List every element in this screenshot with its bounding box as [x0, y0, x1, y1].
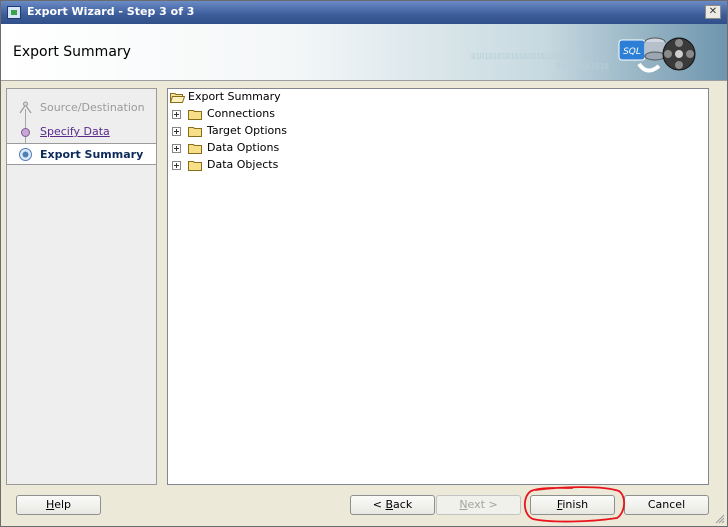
close-icon: ✕ — [708, 6, 718, 17]
finish-highlight-annotation — [523, 486, 625, 523]
tree-node-label: Data Objects — [207, 158, 279, 171]
next-button[interactable]: Next > — [436, 495, 521, 515]
folder-icon — [188, 144, 202, 154]
next-label-rest: ext > — [467, 498, 498, 511]
cancel-button[interactable]: Cancel — [624, 495, 709, 515]
sql-graphic-label: SQL — [623, 47, 641, 57]
step-source-destination: Source/Destination — [7, 97, 156, 119]
step-specify-data[interactable]: Specify Data — [7, 121, 156, 143]
close-button[interactable]: ✕ — [705, 5, 721, 19]
step-label-source-destination: Source/Destination — [40, 101, 145, 114]
tree-node-label: Target Options — [207, 124, 287, 137]
title-bar[interactable]: Export Wizard - Step 3 of 3 ✕ — [1, 1, 727, 24]
binary-decoration: 0101010101010101010101010 — [471, 52, 579, 61]
step-current-icon — [19, 148, 32, 161]
back-mnemonic: B — [385, 498, 394, 511]
page-title: Export Summary — [13, 44, 131, 60]
app-icon — [7, 6, 21, 19]
resize-grip-icon[interactable] — [715, 514, 725, 524]
back-button[interactable]: < Back — [350, 495, 435, 515]
folder-icon — [188, 161, 202, 171]
step-visited-icon — [21, 128, 30, 137]
tree-root-label: Export Summary — [188, 90, 281, 103]
step-export-summary[interactable]: Export Summary — [7, 143, 156, 165]
step-label-export-summary: Export Summary — [40, 148, 144, 161]
help-button[interactable]: Help — [16, 495, 101, 515]
back-prefix: < — [372, 498, 386, 511]
wizard-steps-panel: Source/Destination Specify Data Export S… — [6, 88, 157, 485]
binary-decoration-2: 01010101010 — [556, 62, 609, 71]
summary-tree: Export Summary Connections Target Option… — [167, 88, 709, 485]
help-label-rest: elp — [54, 498, 72, 511]
step-done-icon — [19, 101, 32, 114]
cancel-label: Cancel — [647, 498, 686, 511]
tree-node-label: Connections — [207, 107, 275, 120]
expand-icon[interactable] — [172, 127, 181, 136]
expand-icon[interactable] — [172, 161, 181, 170]
back-label-rest: ack — [393, 498, 413, 511]
folder-icon — [188, 127, 202, 137]
expand-icon[interactable] — [172, 110, 181, 119]
window-title: Export Wizard - Step 3 of 3 — [27, 5, 195, 18]
next-mnemonic: N — [459, 498, 468, 511]
step-label-specify-data[interactable]: Specify Data — [40, 125, 110, 138]
open-folder-icon — [170, 93, 185, 103]
header-banner: Export Summary 0101010101010101010101010… — [1, 24, 727, 81]
export-wizard-window: Export Wizard - Step 3 of 3 ✕ Export Sum… — [0, 0, 728, 527]
folder-icon — [188, 110, 202, 120]
expand-icon[interactable] — [172, 144, 181, 153]
tree-node-label: Data Options — [207, 141, 280, 154]
sql-export-graphic: SQL — [618, 37, 696, 73]
help-mnemonic: H — [45, 498, 55, 511]
